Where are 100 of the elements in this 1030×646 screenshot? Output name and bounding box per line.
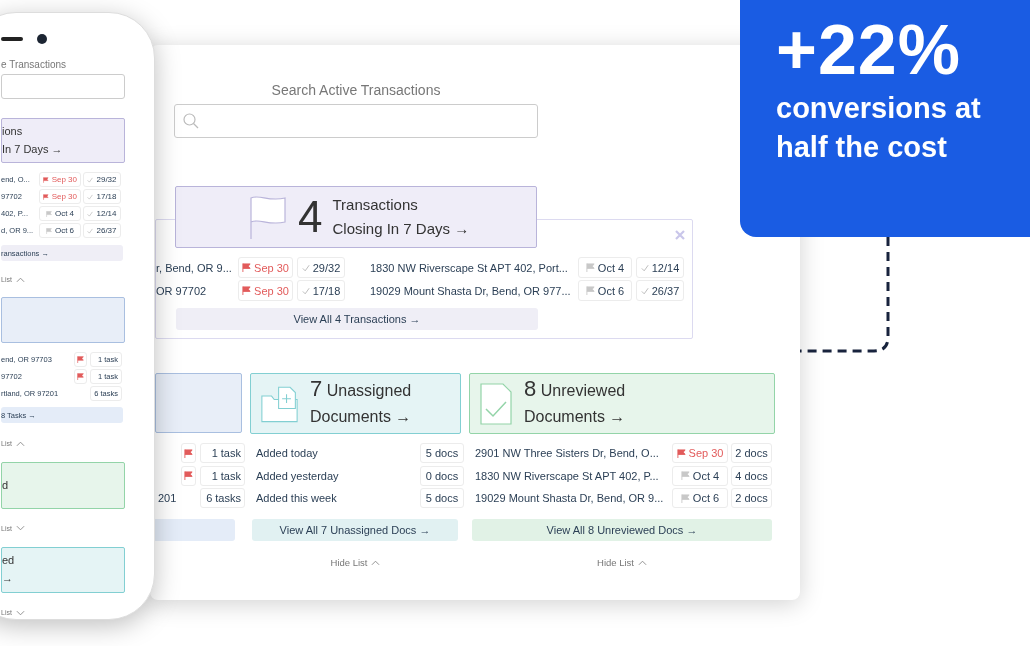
flag-icon: [242, 286, 252, 295]
due-date-tag: Sep 30: [238, 280, 293, 301]
flag-icon: [184, 448, 193, 458]
progress-tag: 29/32: [83, 172, 121, 188]
doc-count-tag: 5 docs: [420, 443, 464, 463]
address-text: 201: [158, 492, 177, 504]
flag-icon: [680, 471, 690, 480]
chevron-up-icon: [638, 559, 647, 566]
checkmark-icon: [301, 263, 310, 272]
card-title: ed: [2, 553, 15, 569]
chevron-up-icon: [15, 276, 25, 283]
checkmark-icon: [640, 286, 649, 295]
address-text: OR 97702: [156, 284, 208, 297]
task-count-tag: 1 task: [200, 443, 245, 463]
card-title: d: [2, 477, 9, 493]
due-date-tag: Oct 6: [39, 223, 81, 239]
card-subtitle: Documents →: [310, 406, 413, 427]
address-text: 1830 NW Riverscape St APT 402, Port...: [370, 261, 569, 274]
doc-count-tag: 4 docs: [731, 465, 772, 486]
progress-tag: 26/37: [636, 280, 684, 301]
card-subtitle: Closing In 7 Days →: [332, 219, 471, 239]
flag-icon: [45, 227, 52, 234]
flag-icon: [77, 373, 84, 381]
chevron-down-icon: [15, 609, 25, 616]
card-count: 8: [524, 375, 537, 401]
flag-icon: [585, 263, 595, 272]
progress-tag: 12/14: [636, 257, 684, 278]
document-check-icon: [480, 382, 512, 425]
card-subtitle: Documents →: [524, 406, 627, 427]
address-text: r, Bend, OR 9...: [156, 261, 233, 274]
search-icon: [183, 113, 199, 129]
doc-count-tag: 2 docs: [731, 488, 772, 508]
search-field[interactable]: [1, 73, 125, 99]
address-text: 2901 NW Three Sisters Dr, Bend, O...: [475, 447, 660, 459]
checkmark-icon: [87, 210, 94, 217]
chevron-down-icon: [15, 525, 25, 532]
flag-icon: [585, 286, 595, 295]
unreviewed-card[interactable]: 8 Unreviewed Documents →: [469, 373, 775, 434]
progress-tag: 17/18: [297, 280, 345, 301]
progress-tag: 12/14: [83, 206, 121, 222]
row-label: Added this week: [256, 492, 338, 504]
flag-icon: [242, 263, 252, 272]
flag-icon: [77, 356, 84, 364]
flag-icon: [43, 176, 49, 183]
unassigned-card[interactable]: 7 Unassigned Documents →: [250, 373, 461, 434]
search-field[interactable]: [174, 104, 538, 138]
search-label: e Transactions: [1, 58, 68, 70]
card-count: 4: [298, 195, 323, 239]
summary-card[interactable]: d: [1, 462, 125, 509]
speaker-slot: [1, 36, 23, 41]
search-label: Search Active Transactions: [270, 82, 442, 98]
chevron-up-icon: [15, 440, 25, 447]
tasks-card[interactable]: [1, 297, 125, 344]
doc-count-tag: 2 docs: [731, 443, 772, 463]
progress-tag: 29/32: [297, 257, 345, 278]
hide-list-toggle[interactable]: Hide List: [330, 557, 381, 568]
card-count: 7: [310, 375, 323, 401]
due-date-tag: Sep 30: [39, 189, 81, 205]
checkmark-icon: [87, 227, 94, 234]
progress-tag: 17/18: [83, 189, 121, 205]
stat-figure: +22%: [776, 12, 962, 89]
address-text: 1830 NW Riverscape St APT 402, P...: [475, 469, 660, 482]
checkmark-icon: [87, 176, 94, 183]
flag-icon: [248, 195, 288, 239]
view-all-button[interactable]: View All 7 Unassigned Docs →: [252, 519, 458, 541]
due-date-tag: Sep 30: [672, 443, 728, 463]
due-date-tag: Oct 6: [672, 488, 728, 508]
checkmark-icon: [640, 263, 649, 272]
view-all-button[interactable]: View All 8 Unreviewed Docs →: [472, 519, 772, 541]
card-title: 8 Unreviewed: [524, 377, 627, 403]
camera-dot: [37, 33, 47, 44]
view-all-button[interactable]: [153, 519, 235, 541]
task-count-tag: 1 task: [200, 465, 245, 486]
row-label: Added today: [256, 447, 319, 459]
summary-card[interactable]: ed →: [1, 546, 125, 593]
row-label: Added yesterday: [256, 469, 340, 482]
flag-icon: [680, 493, 690, 503]
address-text: 19029 Mount Shasta Dr, Bend, OR 977...: [370, 284, 572, 297]
task-count-tag: 6 tasks: [200, 488, 245, 508]
due-date-tag: Oct 6: [578, 280, 632, 301]
close-icon[interactable]: [675, 230, 685, 240]
address-text: 19029 Mount Shasta Dr, Bend, OR 9...: [475, 492, 665, 504]
closing-card[interactable]: ions In 7 Days →: [1, 117, 125, 164]
card-title: ions: [2, 123, 23, 139]
checkmark-icon: [301, 286, 310, 295]
view-all-button[interactable]: View All 4 Transactions →: [176, 308, 538, 330]
checkmark-icon: [87, 193, 94, 200]
progress-tag: 26/37: [83, 223, 121, 239]
due-date-tag: Oct 4: [39, 206, 81, 222]
card-subtitle: In 7 Days →: [2, 141, 63, 157]
tasks-card[interactable]: [155, 373, 242, 433]
flag-icon: [43, 193, 49, 200]
card-title: Transactions: [332, 195, 419, 215]
hide-list-toggle[interactable]: Hide List: [597, 557, 647, 568]
due-date-tag: Sep 30: [238, 257, 293, 278]
stat-caption: conversions at half the cost: [776, 91, 982, 166]
chevron-up-icon: [371, 559, 381, 566]
flag-icon: [45, 210, 52, 217]
flag-icon: [184, 471, 193, 480]
flag-icon: [676, 448, 686, 458]
